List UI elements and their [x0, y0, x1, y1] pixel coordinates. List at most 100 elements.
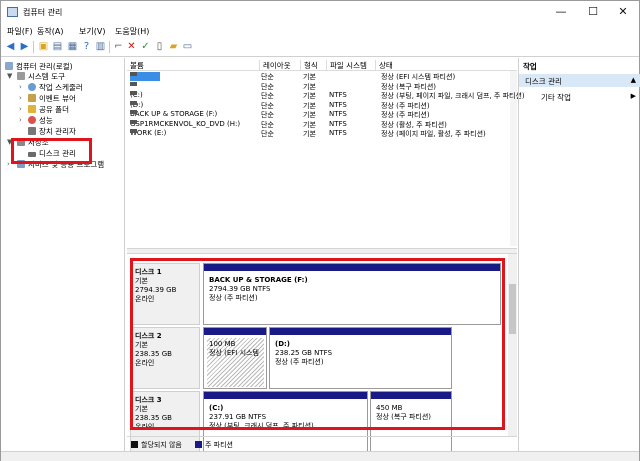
tree-node-device-manager[interactable]: 장치 관리자: [28, 126, 76, 137]
legend-swatch: [195, 441, 202, 448]
device-manager-icon: [28, 127, 36, 135]
delete-icon[interactable]: ✕: [126, 41, 137, 52]
toolbar: ◀ ▶ ▣ ▤ ▦ ? ▥ ⌐ ✕ ✓ ▯ ▰ ▭: [1, 38, 639, 57]
volume-icon: [130, 100, 137, 105]
menu-help[interactable]: 도움말(H): [115, 26, 149, 37]
tree-label: 장치 관리자: [39, 127, 76, 136]
volume-list-header: 볼륨 레이아웃 형식 파일 시스템 상태: [127, 58, 517, 71]
disk-view-scrollbar[interactable]: [508, 254, 517, 436]
tree-label: 시스템 도구: [28, 72, 65, 81]
connect-icon[interactable]: ⌐: [113, 41, 124, 52]
volume-type-cell: 기본: [303, 82, 316, 91]
volume-name: GSP1RMCKENVOL_KO_DVD (H:): [130, 119, 241, 128]
volume-name-cell: GSP1RMCKENVOL_KO_DVD (H:): [130, 119, 241, 128]
submenu-arrow-icon: ▶: [630, 92, 636, 100]
actions-header: 작업: [523, 62, 537, 71]
document-icon[interactable]: ▯: [154, 41, 165, 52]
legend-item-primary: 주 파티션: [195, 440, 233, 450]
volume-fs-cell: NTFS: [329, 119, 347, 128]
volume-row[interactable]: BACK UP & STORAGE (F:) 단순 기본 NTFS 정상 (주 파티션): [127, 110, 517, 119]
minimize-button[interactable]: —: [549, 4, 573, 20]
volume-row[interactable]: 단순 기본 정상 (EFI 시스템 파티션): [127, 72, 517, 81]
volume-layout-cell: 단순: [261, 111, 274, 119]
column-header-filesystem[interactable]: 파일 시스템: [326, 60, 367, 71]
folder-up-icon[interactable]: ▣: [38, 41, 49, 52]
performance-icon: [28, 116, 36, 124]
tree-label: 성능: [39, 116, 53, 125]
tree-node-task-scheduler[interactable]: 작업 스케줄러: [28, 82, 83, 93]
computer-management-icon: [7, 7, 18, 17]
volume-row[interactable]: (D:) 단순 기본 NTFS 정상 (주 파티션): [127, 100, 517, 110]
back-arrow-icon[interactable]: ◀: [5, 41, 16, 52]
shared-folder-icon: [28, 105, 36, 113]
column-header-type[interactable]: 형식: [300, 60, 318, 71]
volume-type-cell: 기본: [303, 111, 316, 119]
tools-icon: [17, 72, 25, 80]
column-header-status[interactable]: 상태: [375, 60, 393, 71]
chevron-right-icon[interactable]: ›: [19, 105, 22, 113]
volume-row[interactable]: 단순 기본 정상 (복구 파티션): [127, 81, 517, 91]
checklist-icon[interactable]: ✓: [140, 41, 151, 52]
volume-layout-cell: 단순: [261, 101, 274, 110]
volume-type-cell: 기본: [303, 130, 316, 138]
chevron-down-icon[interactable]: ▼: [7, 72, 12, 80]
volume-status-cell: 정상 (주 파티션): [381, 111, 430, 119]
volume-icon: [130, 110, 137, 114]
menu-action[interactable]: 동작(A): [37, 26, 63, 37]
actions-section-disk-management[interactable]: 디스크 관리 ▲: [519, 74, 640, 87]
window-icon[interactable]: ▭: [182, 41, 193, 52]
center-pane: 볼륨 레이아웃 형식 파일 시스템 상태 단순 기본 정상 (EFI 시스템 파티션…: [127, 58, 525, 453]
menu-file[interactable]: 파일(F): [7, 26, 33, 37]
collapse-arrow-icon[interactable]: ▲: [631, 76, 636, 84]
help-icon[interactable]: ?: [81, 41, 92, 52]
tree-node-shared-folders[interactable]: 공유 폴더: [28, 104, 69, 115]
column-header-layout[interactable]: 레이아웃: [259, 60, 291, 71]
volume-name-cell: BACK UP & STORAGE (F:): [130, 110, 217, 118]
volume-layout-cell: 단순: [261, 130, 274, 138]
chevron-right-icon[interactable]: ›: [19, 94, 22, 102]
maximize-button[interactable]: ☐: [581, 4, 605, 20]
scrollbar-thumb[interactable]: [509, 284, 516, 334]
column-header-volume[interactable]: 볼륨: [127, 60, 144, 71]
status-bar: [1, 451, 639, 461]
volume-type-cell: 기본: [303, 101, 316, 110]
tree-label: 이벤트 뷰어: [39, 94, 76, 103]
tree-label: 컴퓨터 관리(로컬): [16, 62, 73, 71]
volume-row[interactable]: (C:) 단순 기본 NTFS 정상 (부팅, 페이지 파일, 크래시 덤프, 주 파티…: [127, 91, 525, 100]
properties-icon[interactable]: ▦: [67, 41, 78, 52]
computer-management-window: 컴퓨터 관리 — ☐ ✕ 파일(F) 동작(A) 보기(V) 도움말(H) ◀ …: [0, 0, 640, 461]
actions-section-label: 디스크 관리: [525, 77, 562, 86]
legend-item-unallocated: 할당되지 않음: [131, 440, 182, 450]
menu-view[interactable]: 보기(V): [79, 26, 105, 37]
tree-node-event-viewer[interactable]: 이벤트 뷰어: [28, 93, 76, 104]
highlight-box-disk-management: [11, 138, 92, 164]
tree-label: 작업 스케줄러: [39, 83, 83, 92]
volume-icon: [130, 72, 137, 76]
tree-node-performance[interactable]: 성능: [28, 115, 53, 126]
volume-status-cell: 정상 (부팅, 페이지 파일, 크래시 덤프, 주 파티션): [381, 92, 525, 100]
legend-label: 주 파티션: [205, 441, 233, 449]
volume-status-cell: 정상 (페이지 파일, 활성, 주 파티션): [381, 130, 486, 138]
title-bar: 컴퓨터 관리 — ☐ ✕: [1, 1, 639, 23]
details-view-icon[interactable]: ▥: [95, 41, 106, 52]
volume-icon: [130, 81, 137, 86]
volume-row[interactable]: WORK (E:) 단순 기본 NTFS 정상 (페이지 파일, 활성, 주 파티션): [127, 129, 517, 138]
close-button[interactable]: ✕: [611, 4, 635, 20]
event-log-icon: [28, 94, 36, 102]
action-label: 기타 작업: [541, 93, 571, 102]
action-more-actions[interactable]: 기타 작업 ▶: [519, 91, 640, 103]
tree-node-system-tools[interactable]: 시스템 도구: [17, 71, 65, 82]
volume-status-cell: 정상 (주 파티션): [381, 101, 430, 110]
show-hide-tree-icon[interactable]: ▤: [52, 41, 63, 52]
open-folder-icon[interactable]: ▰: [168, 41, 179, 52]
volume-layout-cell: 단순: [261, 82, 274, 91]
volume-row[interactable]: GSP1RMCKENVOL_KO_DVD (H:) 단순 기본 NTFS 정상 (활성,…: [127, 119, 517, 129]
volume-type-cell: 기본: [303, 73, 316, 81]
toolbar-separator: [33, 41, 34, 53]
chevron-right-icon[interactable]: ›: [19, 83, 22, 91]
window-title: 컴퓨터 관리: [23, 8, 63, 17]
tree-label: 공유 폴더: [39, 105, 69, 114]
chevron-right-icon[interactable]: ›: [19, 116, 22, 124]
chevron-right-icon[interactable]: ›: [7, 160, 10, 168]
forward-arrow-icon[interactable]: ▶: [19, 41, 30, 52]
